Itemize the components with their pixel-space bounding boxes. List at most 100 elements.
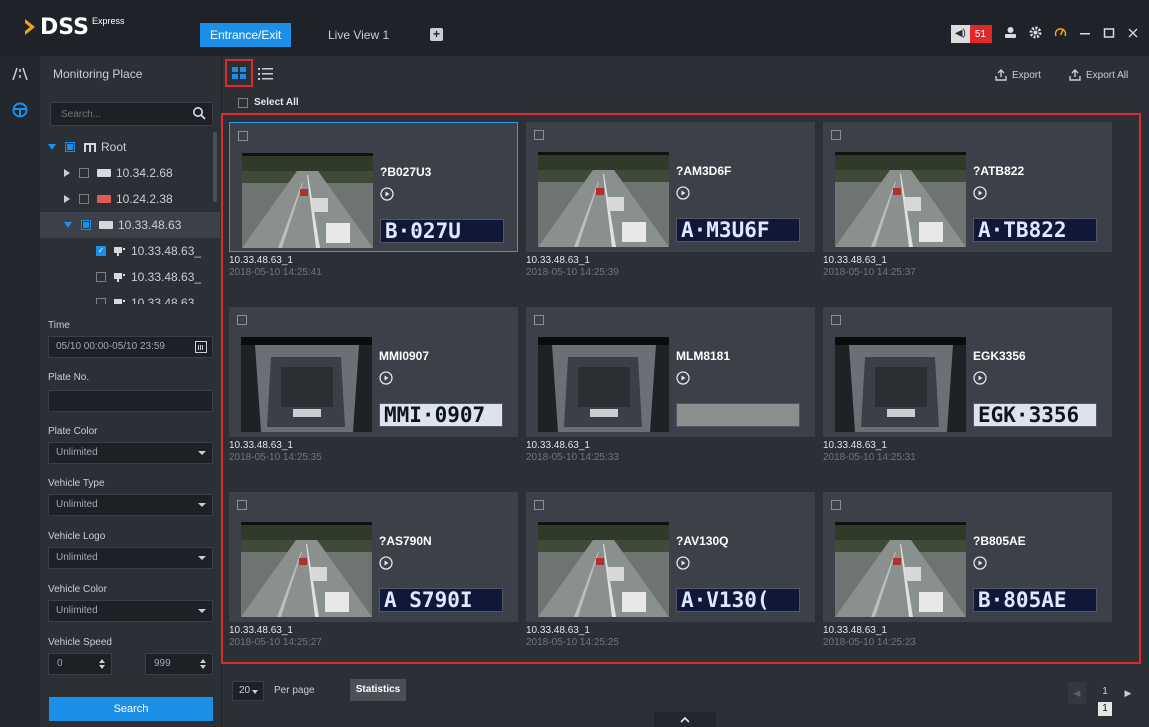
chevron-down-icon <box>198 609 206 613</box>
next-page-button[interactable]: ▶ <box>1122 682 1134 704</box>
tab-live-view-1[interactable]: Live View 1 <box>318 23 399 47</box>
performance-icon[interactable] <box>1054 26 1067 42</box>
record-checkbox[interactable] <box>831 500 841 510</box>
vehicle-logo-select[interactable]: Unlimited <box>48 547 213 569</box>
statistics-button[interactable]: Statistics <box>350 679 406 701</box>
tree-checkbox[interactable] <box>96 272 106 282</box>
maximize-icon[interactable] <box>1103 27 1115 42</box>
export-all-button[interactable]: Export All <box>1069 69 1128 81</box>
record-card[interactable]: EGK3356 EGK·3356 <box>823 307 1112 437</box>
rail-steering-wheel-icon[interactable] <box>0 92 40 128</box>
record-card[interactable]: ?B027U3 B·027U <box>229 122 518 252</box>
record-time: 2018-05-10 14:25:25 <box>526 637 619 648</box>
grid-view-button[interactable] <box>225 59 253 87</box>
per-page-select[interactable]: 20 <box>232 681 264 701</box>
search-button[interactable]: Search <box>49 697 213 721</box>
record-checkbox[interactable] <box>238 131 248 141</box>
record-card[interactable]: ?AM3D6F A·M3U6F <box>526 122 815 252</box>
vehicle-snapshot[interactable] <box>538 152 669 247</box>
close-icon[interactable] <box>1127 27 1139 42</box>
speed-max-stepper[interactable]: 999 <box>145 653 213 675</box>
prev-page-button[interactable]: ◀ <box>1068 682 1086 704</box>
record-card[interactable]: ?AS790N A S790I <box>229 492 518 622</box>
record-checkbox[interactable] <box>534 315 544 325</box>
play-icon[interactable] <box>973 371 987 385</box>
play-icon[interactable] <box>973 186 987 200</box>
vehicle-color-select[interactable]: Unlimited <box>48 600 213 622</box>
vehicle-logo-value: Unlimited <box>56 552 98 563</box>
time-range-value: 05/10 00:00-05/10 23:59 <box>56 341 165 352</box>
record-checkbox[interactable] <box>831 130 841 140</box>
collapse-arrow-icon[interactable] <box>64 195 70 203</box>
record-checkbox[interactable] <box>237 500 247 510</box>
vehicle-snapshot[interactable] <box>835 522 966 617</box>
record-checkbox[interactable] <box>237 315 247 325</box>
play-icon[interactable] <box>676 371 690 385</box>
tree-node-channel[interactable]: 10.33.48.63 <box>40 290 220 304</box>
record-card[interactable]: ?AV130Q A·V130( <box>526 492 815 622</box>
play-icon[interactable] <box>379 371 393 385</box>
record-card[interactable]: ?ATB822 A·TB822 <box>823 122 1112 252</box>
select-all-control[interactable]: Select All <box>238 97 299 108</box>
stepper-arrows-icon[interactable] <box>200 658 206 670</box>
record-card[interactable]: MLM8181 <box>526 307 815 437</box>
vehicle-snapshot[interactable] <box>242 153 373 248</box>
expand-arrow-icon[interactable] <box>48 144 56 150</box>
tree-checkbox[interactable] <box>79 168 89 178</box>
tree-node-device[interactable]: 10.24.2.38 <box>40 186 220 212</box>
alarm-button[interactable]: ◀) 51 <box>950 25 992 43</box>
record-card[interactable]: ?B805AE B·805AE <box>823 492 1112 622</box>
expand-arrow-icon[interactable] <box>64 222 72 228</box>
tree-checkbox-checked[interactable]: ✓ <box>96 246 106 256</box>
tree-checkbox[interactable] <box>65 142 75 152</box>
vehicle-type-select[interactable]: Unlimited <box>48 494 213 516</box>
user-icon[interactable] <box>1004 26 1017 42</box>
tree-checkbox[interactable] <box>81 220 91 230</box>
vehicle-snapshot[interactable] <box>538 337 669 432</box>
device-search-input[interactable] <box>51 103 181 125</box>
tree-node-device[interactable]: 10.34.2.68 <box>40 160 220 186</box>
search-icon[interactable] <box>192 106 206 120</box>
tree-scrollbar[interactable] <box>213 132 217 202</box>
time-range-field[interactable]: 05/10 00:00-05/10 23:59 <box>48 336 213 358</box>
tree-node-channel[interactable]: 10.33.48.63_ <box>40 264 220 290</box>
export-button[interactable]: Export <box>995 69 1041 81</box>
tab-entrance-exit[interactable]: Entrance/Exit <box>200 23 292 47</box>
select-all-checkbox[interactable] <box>238 97 248 108</box>
plate-color-select[interactable]: Unlimited <box>48 442 213 464</box>
calendar-icon[interactable] <box>195 341 207 353</box>
plate-no-input[interactable] <box>48 390 213 412</box>
record-checkbox[interactable] <box>534 130 544 140</box>
vehicle-snapshot[interactable] <box>538 522 669 617</box>
list-view-icon[interactable] <box>258 66 274 82</box>
add-tab-button[interactable]: + <box>430 28 443 41</box>
play-icon[interactable] <box>676 556 690 570</box>
play-icon[interactable] <box>676 186 690 200</box>
tree-node-device-selected[interactable]: 10.33.48.63 <box>40 212 220 238</box>
tree-checkbox[interactable] <box>96 298 106 304</box>
minimize-icon[interactable] <box>1079 27 1091 42</box>
tree-node-root[interactable]: Root <box>40 134 220 160</box>
tree-checkbox[interactable] <box>79 194 89 204</box>
collapse-arrow-icon[interactable] <box>64 169 70 177</box>
record-time: 2018-05-10 14:25:31 <box>823 452 916 463</box>
chevron-down-icon <box>198 556 206 560</box>
record-checkbox[interactable] <box>534 500 544 510</box>
play-icon[interactable] <box>973 556 987 570</box>
vehicle-snapshot[interactable] <box>241 522 372 617</box>
vehicle-snapshot[interactable] <box>241 337 372 432</box>
stepper-arrows-icon[interactable] <box>99 658 105 670</box>
record-checkbox[interactable] <box>831 315 841 325</box>
tree-node-channel[interactable]: ✓ 10.33.48.63_ <box>40 238 220 264</box>
current-page-input[interactable]: 1 <box>1092 682 1118 702</box>
play-icon[interactable] <box>380 187 394 201</box>
logo-superscript: Express <box>91 16 125 26</box>
speed-min-stepper[interactable]: 0 <box>48 653 112 675</box>
vehicle-snapshot[interactable] <box>835 337 966 432</box>
collapse-panel-button[interactable] <box>654 712 716 727</box>
rail-road-icon[interactable] <box>0 56 40 92</box>
record-card[interactable]: MMI0907 MMI·0907 <box>229 307 518 437</box>
vehicle-snapshot[interactable] <box>835 152 966 247</box>
gear-icon[interactable] <box>1029 26 1042 42</box>
play-icon[interactable] <box>379 556 393 570</box>
